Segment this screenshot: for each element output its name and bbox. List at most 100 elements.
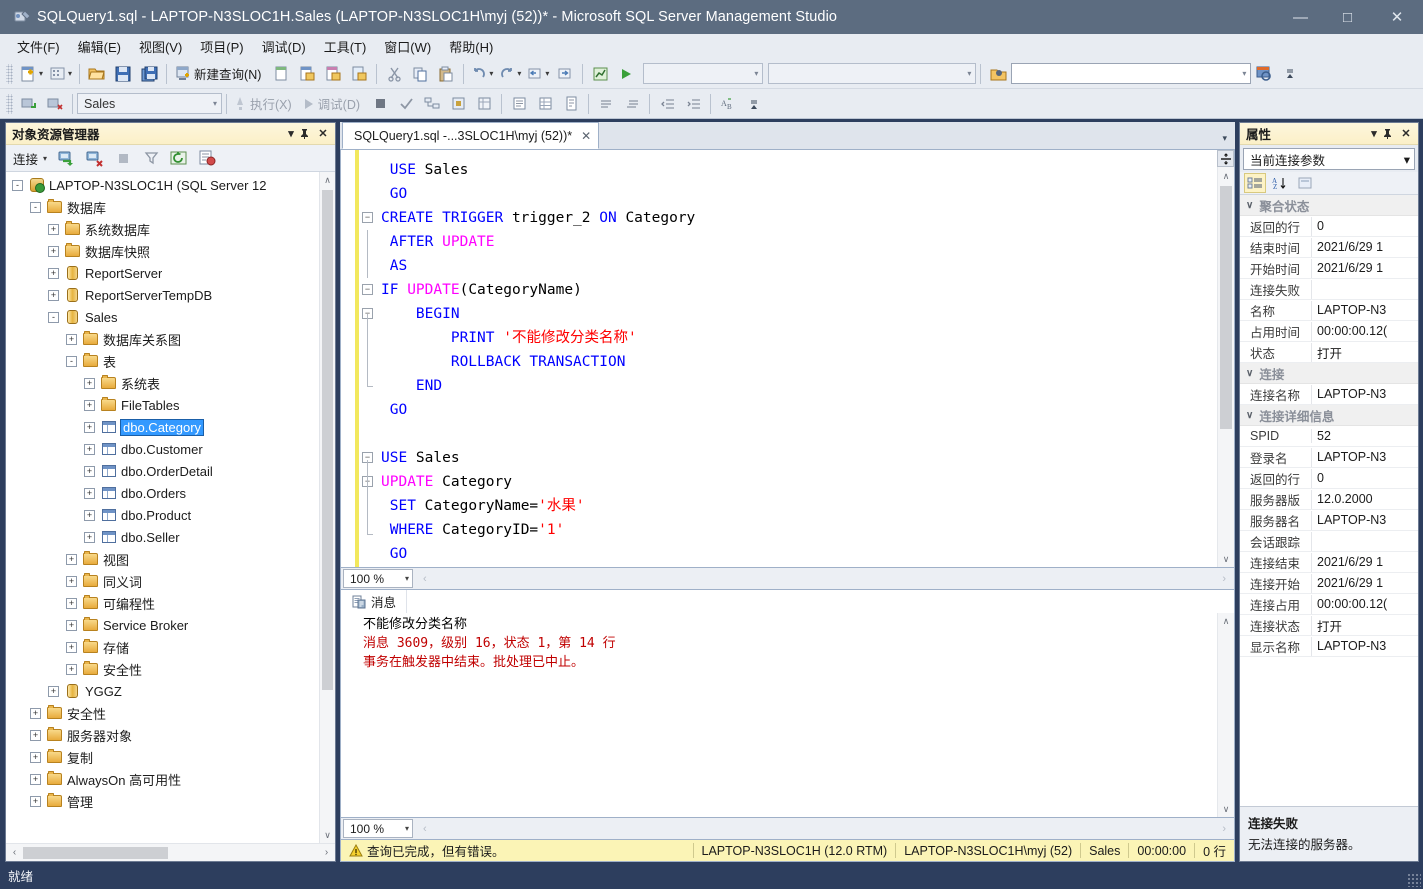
- new-project-icon[interactable]: ▾: [47, 62, 74, 86]
- scrollbar-track[interactable]: [23, 846, 318, 860]
- scroll-up-icon[interactable]: ∧: [320, 172, 335, 188]
- resize-grip[interactable]: [1407, 873, 1421, 887]
- scrollbar-thumb[interactable]: [1220, 186, 1232, 429]
- tree-item[interactable]: + 安全性: [6, 702, 319, 724]
- save-icon[interactable]: [111, 62, 135, 86]
- tree-expander[interactable]: +: [48, 289, 59, 301]
- tree-item[interactable]: + 管理: [6, 790, 319, 812]
- scroll-down-icon[interactable]: ∨: [1218, 801, 1234, 817]
- query-options-icon[interactable]: [446, 92, 470, 116]
- toolbar-overflow-icon[interactable]: [1278, 62, 1302, 86]
- tree-item[interactable]: + Service Broker: [6, 614, 319, 636]
- tree-item[interactable]: + 复制: [6, 746, 319, 768]
- split-editor-button[interactable]: [1217, 150, 1234, 167]
- tree-item[interactable]: - Sales: [6, 306, 319, 328]
- chevron-down-icon[interactable]: ∨: [1246, 200, 1253, 211]
- pin-icon[interactable]: [299, 128, 315, 140]
- properties-category[interactable]: ∨ 连接: [1240, 363, 1418, 384]
- tree-expander[interactable]: +: [30, 707, 41, 719]
- properties-row[interactable]: 返回的行 0: [1240, 468, 1418, 489]
- properties-row[interactable]: 登录名 LAPTOP-N3: [1240, 447, 1418, 468]
- properties-row[interactable]: 开始时间 2021/6/29 1: [1240, 258, 1418, 279]
- tree-item[interactable]: + ReportServerTempDB: [6, 284, 319, 306]
- tree-expander[interactable]: +: [66, 619, 77, 631]
- tree-item[interactable]: + 数据库快照: [6, 240, 319, 262]
- save-all-icon[interactable]: [137, 62, 161, 86]
- tree-item[interactable]: + AlwaysOn 高可用性: [6, 768, 319, 790]
- tree-expander[interactable]: +: [84, 399, 95, 411]
- tree-expander[interactable]: +: [30, 773, 41, 785]
- tab-messages[interactable]: 消息: [349, 590, 408, 613]
- properties-row[interactable]: 状态 打开: [1240, 342, 1418, 363]
- scroll-left-icon[interactable]: ‹: [6, 847, 23, 858]
- properties-row[interactable]: 连接占用 00:00:00.12(: [1240, 594, 1418, 615]
- toolbar-overflow-icon[interactable]: [742, 92, 766, 116]
- fold-margin[interactable]: −−−−−: [359, 150, 379, 567]
- tree-expander[interactable]: +: [84, 421, 95, 433]
- properties-row[interactable]: 连接结束 2021/6/29 1: [1240, 552, 1418, 573]
- menu-item-window[interactable]: 窗口(W): [375, 34, 440, 59]
- db-engine-query-icon[interactable]: [269, 62, 293, 86]
- tree-item[interactable]: + 存储: [6, 636, 319, 658]
- close-icon[interactable]: ✕: [1398, 127, 1414, 140]
- tab-sqlquery1[interactable]: SQLQuery1.sql -...3SLOC1H\myj (52))* ✕: [342, 122, 600, 149]
- tree-item[interactable]: - LAPTOP-N3SLOC1H (SQL Server 12: [6, 174, 319, 196]
- categorized-icon[interactable]: [1244, 173, 1266, 193]
- tree-item[interactable]: + YGGZ: [6, 680, 319, 702]
- properties-category[interactable]: ∨ 连接详细信息: [1240, 405, 1418, 426]
- properties-row[interactable]: 连接状态 打开: [1240, 615, 1418, 636]
- include-actual-plan-icon[interactable]: [472, 92, 496, 116]
- analysis-xmla-query-icon[interactable]: [347, 62, 371, 86]
- tree-item[interactable]: + dbo.Customer: [6, 438, 319, 460]
- tree-item[interactable]: + dbo.Category: [6, 416, 319, 438]
- properties-row[interactable]: SPID 52: [1240, 426, 1418, 447]
- menu-item-edit[interactable]: 编辑(E): [69, 34, 130, 59]
- tree-item[interactable]: + 安全性: [6, 658, 319, 680]
- menu-item-help[interactable]: 帮助(H): [440, 34, 502, 59]
- tree-expander[interactable]: +: [66, 641, 77, 653]
- scroll-up-icon[interactable]: ∧: [1218, 613, 1234, 629]
- scroll-right-icon[interactable]: ›: [318, 847, 335, 858]
- sql-code-editor[interactable]: −−−−− USE Sales GOCREATE TRIGGER trigger…: [340, 150, 1235, 568]
- spell-check-icon[interactable]: A B: [716, 92, 740, 116]
- object-explorer-horizontal-scrollbar[interactable]: ‹ ›: [6, 843, 335, 861]
- chevron-down-icon[interactable]: ▾: [1366, 127, 1382, 140]
- properties-row[interactable]: 名称 LAPTOP-N3: [1240, 300, 1418, 321]
- toolbar-grip[interactable]: [6, 93, 13, 114]
- results-zoom-select[interactable]: 100 % ▾: [343, 819, 413, 838]
- alphabetical-icon[interactable]: A Z: [1269, 173, 1291, 193]
- tree-item[interactable]: + dbo.Seller: [6, 526, 319, 548]
- tree-item[interactable]: + ReportServer: [6, 262, 319, 284]
- tree-item[interactable]: + dbo.Orders: [6, 482, 319, 504]
- tree-expander[interactable]: -: [30, 201, 41, 213]
- tree-expander[interactable]: +: [84, 377, 95, 389]
- properties-row[interactable]: 显示名称 LAPTOP-N3: [1240, 636, 1418, 657]
- tree-item[interactable]: + dbo.Product: [6, 504, 319, 526]
- increase-indent-icon[interactable]: [681, 92, 705, 116]
- scroll-down-icon[interactable]: ∨: [320, 827, 335, 843]
- close-button[interactable]: ✕: [1371, 0, 1423, 34]
- tree-expander[interactable]: +: [84, 443, 95, 455]
- properties-row[interactable]: 会话跟踪: [1240, 531, 1418, 552]
- connect-dropdown-button[interactable]: 连接 ▾: [13, 149, 47, 168]
- tree-expander[interactable]: +: [84, 531, 95, 543]
- properties-object-selector[interactable]: 当前连接参数 ▾: [1243, 148, 1415, 170]
- results-to-grid-icon[interactable]: [533, 92, 557, 116]
- maximize-button[interactable]: □: [1324, 0, 1371, 34]
- toolbar-combo-1[interactable]: ▾: [643, 63, 764, 84]
- editor-vertical-scrollbar[interactable]: ∧ ∨: [1217, 150, 1234, 567]
- solution-explorer-icon[interactable]: [588, 62, 612, 86]
- comment-icon[interactable]: [594, 92, 618, 116]
- scrollbar-thumb[interactable]: [23, 846, 168, 859]
- new-item-icon[interactable]: ▾: [17, 62, 45, 86]
- chevron-down-icon[interactable]: ∨: [1246, 368, 1253, 379]
- stop-icon[interactable]: [111, 146, 135, 170]
- properties-row[interactable]: 服务器版 12.0.2000: [1240, 489, 1418, 510]
- tree-expander[interactable]: +: [84, 465, 95, 477]
- debug-button[interactable]: 调试(D): [300, 92, 366, 116]
- tree-expander[interactable]: +: [66, 663, 77, 675]
- object-explorer-tree[interactable]: - LAPTOP-N3SLOC1H (SQL Server 12- 数据库 + 系统数据…: [6, 172, 335, 843]
- database-selector[interactable]: Sales ▾: [77, 93, 222, 114]
- close-icon[interactable]: ✕: [581, 129, 591, 143]
- new-query-button[interactable]: 新建查询(N): [172, 62, 267, 86]
